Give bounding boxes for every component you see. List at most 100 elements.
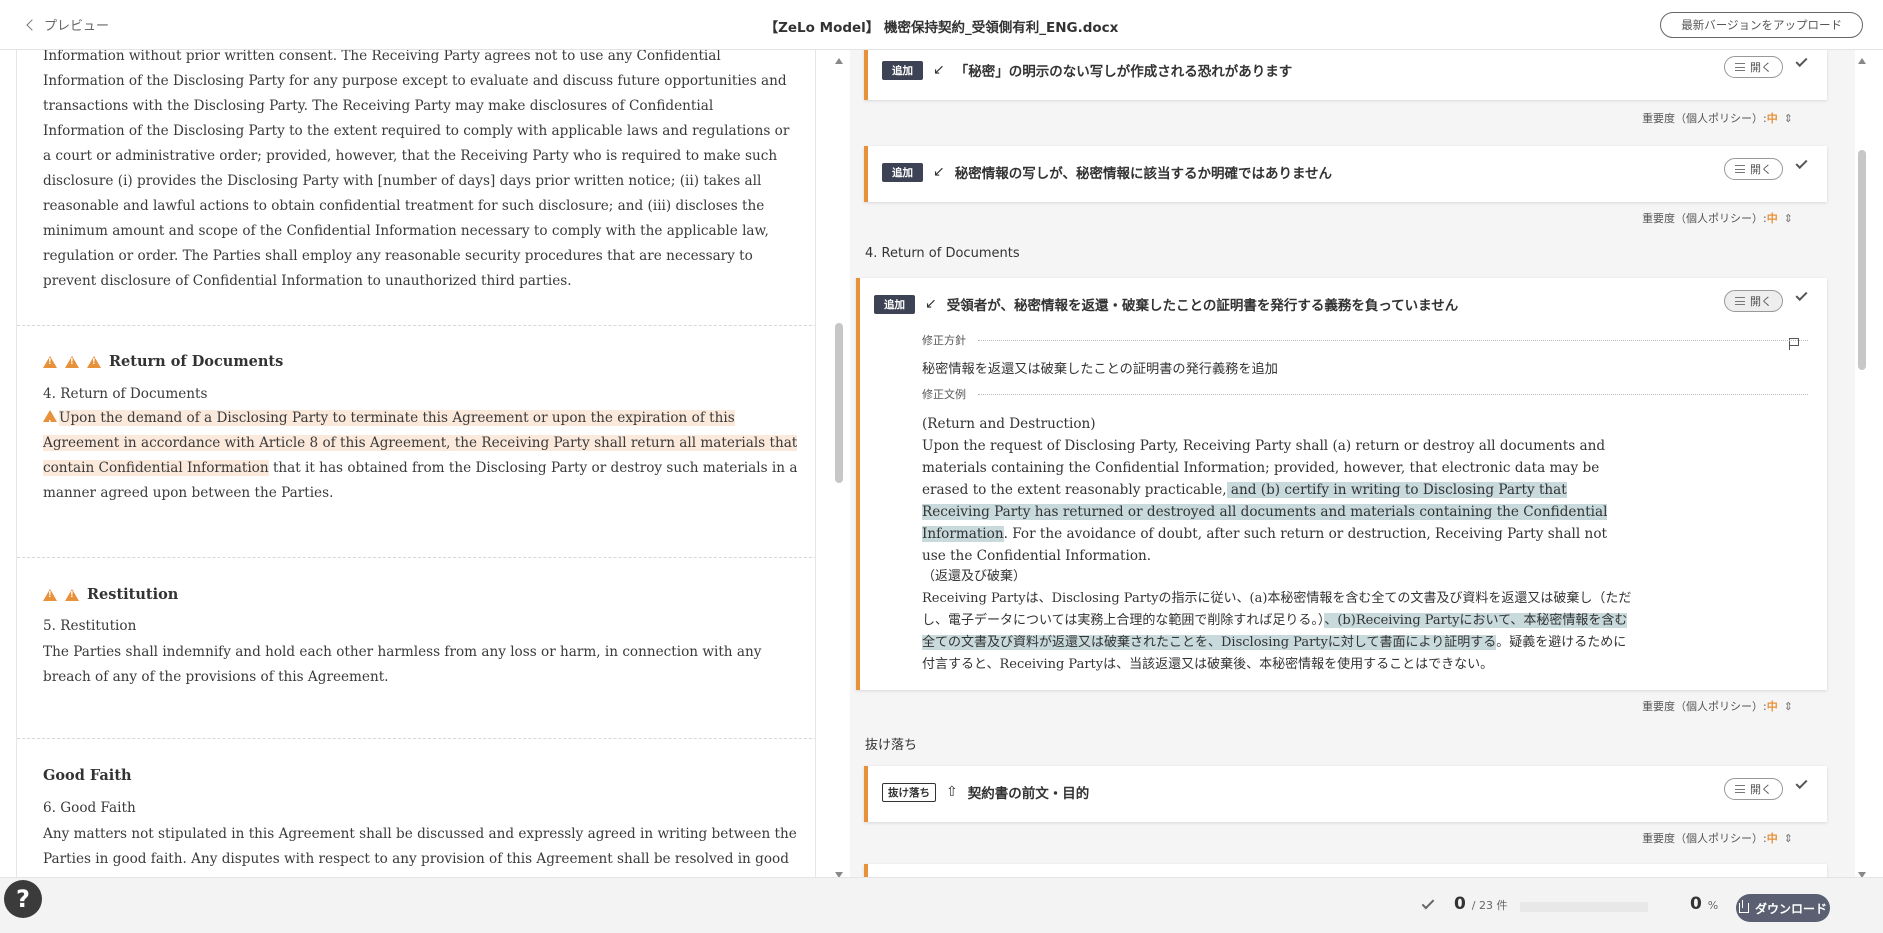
percent-value: 0 — [1690, 894, 1702, 914]
document-scrollbar[interactable] — [832, 58, 846, 878]
issue-row: 抜け落ち ⇧ 契約書の前文・目的 — [882, 782, 1089, 802]
issue-row: 追加 ↙ 秘密情報の写しが、秘密情報に該当するか明確ではありません — [882, 162, 1332, 182]
open-label: 開く — [1750, 163, 1772, 176]
scroll-up-icon[interactable] — [1858, 58, 1866, 64]
list-icon — [1735, 63, 1745, 71]
severity-value: 中 — [1766, 212, 1778, 225]
warning-icon — [87, 355, 101, 368]
group-label: 抜け落ち — [865, 738, 918, 753]
severity-selector[interactable]: 重要度（個人ポリシー）:中 ⇕ — [1642, 210, 1793, 226]
review-scrollbar[interactable] — [1855, 58, 1869, 878]
section-heading-restitution: Restitution — [43, 586, 178, 603]
resolved-count: 0 / 23 件 — [1454, 894, 1507, 914]
section-number: 4. Return of Documents — [43, 386, 208, 402]
section-divider — [17, 738, 815, 739]
issue-type-badge: 抜け落ち — [882, 782, 936, 802]
severity-label: 重要度（個人ポリシー）: — [1642, 112, 1767, 125]
paragraph-confidentiality: Information without prior written consen… — [43, 50, 790, 289]
section-heading-return: Return of Documents — [43, 353, 283, 370]
download-button[interactable]: ダウンロード — [1736, 894, 1830, 922]
open-button[interactable]: 開く — [1724, 778, 1783, 800]
open-button[interactable]: 開く — [1724, 290, 1783, 312]
section-number: 6. Good Faith — [43, 800, 136, 816]
review-pane: 追加 ↙ 「秘密」の明示のない写しが作成される恐れがあります 開く 重要度（個人… — [850, 50, 1855, 877]
scroll-thumb[interactable] — [835, 323, 843, 483]
issue-card[interactable]: 追加 ↙ 秘密情報の写しが、秘密情報に該当するか明確ではありません 開く — [864, 146, 1827, 202]
sort-icon: ⇕ — [1783, 112, 1793, 125]
issue-title: 「秘密」の明示のない写しが作成される恐れがあります — [954, 64, 1293, 80]
open-label: 開く — [1750, 295, 1772, 308]
severity-value: 中 — [1766, 700, 1778, 713]
dotted-divider — [978, 340, 1808, 341]
issue-card[interactable] — [864, 864, 1827, 877]
issue-card-expanded[interactable]: 追加 ↙ 受領者が、秘密情報を返還・破棄したことの証明書を発行する義務を負ってい… — [856, 278, 1827, 690]
section-divider — [17, 557, 815, 558]
open-label: 開く — [1750, 61, 1772, 74]
example-body: Receiving Partyは、Disclosing Partyの指示に従い、… — [922, 588, 1634, 676]
severity-value: 中 — [1766, 832, 1778, 845]
top-bar: プレビュー 【ZeLo Model】 機密保持契約_受領側有利_ENG.docx… — [0, 0, 1883, 50]
paragraph-return: Upon the demand of a Disclosing Party to… — [43, 406, 799, 506]
progress-percent: 0 % — [1690, 894, 1718, 914]
upload-arrow-icon: ⇧ — [946, 784, 958, 800]
section-title: Restitution — [87, 586, 179, 603]
document-pane: Information without prior written consen… — [16, 50, 816, 877]
severity-selector[interactable]: 重要度（個人ポリシー）:中 ⇕ — [1642, 830, 1793, 846]
list-icon — [1735, 785, 1745, 793]
example-label: 修正文例 — [922, 388, 966, 401]
example-body: Upon the request of Disclosing Party, Re… — [922, 435, 1634, 567]
warning-icon — [43, 355, 57, 368]
list-icon — [1735, 165, 1745, 173]
policy-text: 秘密情報を返還又は破棄したことの証明書の発行義務を追加 — [922, 362, 1278, 377]
help-button[interactable]: ? — [4, 880, 42, 918]
warning-icon — [65, 355, 79, 368]
issue-type-badge: 追加 — [882, 162, 923, 182]
insert-arrow-icon: ↙ — [925, 296, 937, 312]
insert-arrow-icon: ↙ — [933, 164, 945, 180]
severity-selector[interactable]: 重要度（個人ポリシー）:中 ⇕ — [1642, 110, 1793, 126]
issue-card[interactable]: 抜け落ち ⇧ 契約書の前文・目的 開く — [864, 766, 1827, 822]
paragraph-restitution: The Parties shall indemnify and hold eac… — [43, 644, 762, 685]
insert-arrow-icon: ↙ — [933, 62, 945, 78]
issue-title: 秘密情報の写しが、秘密情報に該当するか明確ではありません — [954, 166, 1333, 182]
section-title: Return of Documents — [109, 353, 284, 370]
policy-label: 修正方針 — [922, 334, 966, 347]
section-title: Good Faith — [43, 767, 132, 784]
check-icon — [1421, 896, 1435, 910]
group-label: 4. Return of Documents — [865, 246, 1020, 261]
section-number: 5. Restitution — [43, 618, 137, 634]
check-icon[interactable] — [1795, 156, 1808, 170]
download-label: ダウンロード — [1754, 901, 1827, 916]
open-button[interactable]: 開く — [1724, 158, 1783, 180]
sort-icon: ⇕ — [1783, 700, 1793, 713]
scroll-up-icon[interactable] — [835, 58, 843, 64]
severity-label: 重要度（個人ポリシー）: — [1642, 700, 1767, 713]
warning-icon — [65, 588, 79, 601]
upload-latest-version-button[interactable]: 最新バージョンをアップロード — [1660, 12, 1863, 38]
section-heading-good-faith: Good Faith — [43, 767, 132, 784]
issue-title: 契約書の前文・目的 — [967, 786, 1090, 802]
percent-unit: % — [1707, 899, 1719, 912]
issue-row: 追加 ↙ 受領者が、秘密情報を返還・破棄したことの証明書を発行する義務を負ってい… — [874, 294, 1458, 314]
severity-label: 重要度（個人ポリシー）: — [1642, 212, 1767, 225]
issue-card[interactable]: 追加 ↙ 「秘密」の明示のない写しが作成される恐れがあります 開く — [864, 50, 1827, 100]
example-text: . For the avoidance of doubt, after such… — [922, 526, 1607, 564]
document-title: 【ZeLo Model】 機密保持契約_受領側有利_ENG.docx — [764, 20, 1119, 36]
open-button[interactable]: 開く — [1724, 56, 1783, 78]
check-icon[interactable] — [1795, 54, 1808, 68]
issue-type-badge: 追加 — [882, 60, 923, 80]
progress-bar — [1520, 902, 1648, 912]
issue-title: 受領者が、秘密情報を返還・破棄したことの証明書を発行する義務を負っていません — [946, 298, 1459, 314]
check-icon[interactable] — [1795, 288, 1808, 302]
example-english: (Return and Destruction) Upon the reques… — [922, 413, 1634, 567]
count-value: 0 — [1454, 894, 1466, 914]
warning-icon — [43, 410, 57, 436]
paragraph-good-faith: Any matters not stipulated in this Agree… — [43, 826, 797, 877]
sort-icon: ⇕ — [1783, 832, 1793, 845]
example-title: （返還及び破棄） — [922, 569, 1027, 584]
section-divider — [17, 325, 815, 326]
check-icon[interactable] — [1795, 776, 1808, 790]
severity-value: 中 — [1766, 112, 1778, 125]
scroll-thumb[interactable] — [1858, 150, 1866, 370]
severity-selector[interactable]: 重要度（個人ポリシー）:中 ⇕ — [1642, 698, 1793, 714]
